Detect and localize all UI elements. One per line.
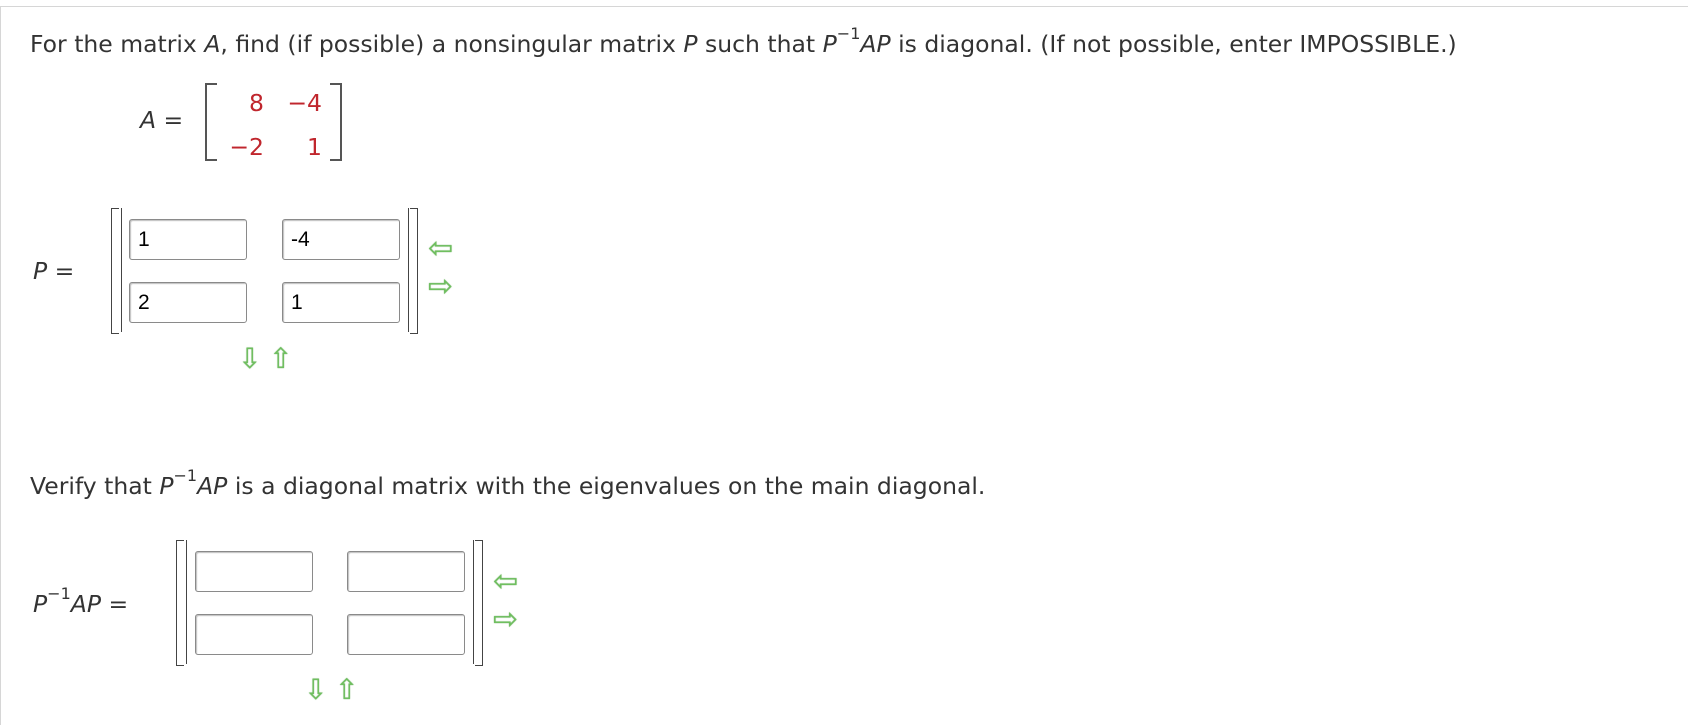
diagonal-matrix-right-bracket xyxy=(475,540,483,666)
verify-text-part: Verify that xyxy=(30,472,160,500)
matrix-p-right-bar xyxy=(408,208,409,332)
add-row-arrow-icon[interactable]: ⇩ xyxy=(238,345,261,373)
equals-sign: = xyxy=(156,106,184,134)
diagonal-matrix-input-r2c1[interactable] xyxy=(195,614,313,655)
inverse-superscript: −1 xyxy=(836,24,861,43)
matrix-p-input-r1c2[interactable] xyxy=(282,219,400,260)
matrix-p-input-r2c1[interactable] xyxy=(129,282,247,323)
matrix-a-label: A = xyxy=(140,106,183,134)
matrix-p-right-bracket xyxy=(410,208,418,334)
question-text-part: such that xyxy=(697,30,823,58)
question-text-part: is diagonal. (If not possible, enter IMP… xyxy=(890,30,1457,58)
diagonal-matrix-input-r1c2[interactable] xyxy=(347,551,465,592)
diagonal-matrix-input-r2c2[interactable] xyxy=(347,614,465,655)
matrix-p-symbol: P xyxy=(33,590,48,618)
diagonal-matrix-left-bracket xyxy=(176,540,184,666)
matrix-a-cell-r1c2: −4 xyxy=(287,89,322,117)
matrix-p-symbol: P xyxy=(683,30,698,58)
matrix-p-left-bar xyxy=(121,208,122,332)
matrix-a-cell-r2c1: −2 xyxy=(229,133,264,161)
question-text-part: For the matrix xyxy=(30,30,205,58)
ap-symbol: AP xyxy=(70,590,102,618)
matrix-p-left-bracket xyxy=(111,208,119,334)
matrix-a-left-bracket xyxy=(205,83,217,161)
matrix-p-symbol: P xyxy=(159,472,174,500)
matrix-a-right-bracket xyxy=(330,83,342,161)
matrix-a-cell-r1c1: 8 xyxy=(249,89,264,117)
verify-text-part: is a diagonal matrix with the eigenvalue… xyxy=(227,472,986,500)
question-text: For the matrix A, find (if possible) a n… xyxy=(30,26,1457,59)
matrix-a-cell-r2c2: 1 xyxy=(307,133,322,161)
matrix-p-label: P = xyxy=(33,257,74,285)
verify-text: Verify that P−1AP is a diagonal matrix w… xyxy=(30,468,986,501)
matrix-a-label-symbol: A xyxy=(140,106,157,134)
add-column-arrow-icon[interactable]: ⇨ xyxy=(428,272,453,302)
matrix-p-label-symbol: P xyxy=(33,257,48,285)
diagonal-matrix-label: P−1AP = xyxy=(33,586,129,619)
matrix-p-input-r1c1[interactable] xyxy=(129,219,247,260)
matrix-p-input-r2c2[interactable] xyxy=(282,282,400,323)
inverse-superscript: −1 xyxy=(47,584,71,603)
diagonal-matrix-right-bar xyxy=(473,540,474,664)
remove-column-arrow-icon[interactable]: ⇦ xyxy=(493,567,518,597)
remove-row-arrow-icon[interactable]: ⇧ xyxy=(335,676,358,704)
inverse-superscript: −1 xyxy=(173,466,198,485)
add-row-arrow-icon[interactable]: ⇩ xyxy=(304,676,327,704)
ap-symbol: AP xyxy=(197,472,228,500)
add-column-arrow-icon[interactable]: ⇨ xyxy=(493,605,518,635)
remove-row-arrow-icon[interactable]: ⇧ xyxy=(269,345,292,373)
matrix-a-symbol: A xyxy=(204,30,221,58)
diagonal-matrix-input-r1c1[interactable] xyxy=(195,551,313,592)
diagonal-matrix-left-bar xyxy=(186,540,187,664)
ap-symbol: AP xyxy=(860,30,891,58)
equals-sign: = xyxy=(47,257,75,285)
question-text-part: , find (if possible) a nonsingular matri… xyxy=(220,30,684,58)
remove-column-arrow-icon[interactable]: ⇦ xyxy=(428,234,453,264)
equals-sign: = xyxy=(101,590,129,618)
matrix-p-symbol: P xyxy=(822,30,837,58)
